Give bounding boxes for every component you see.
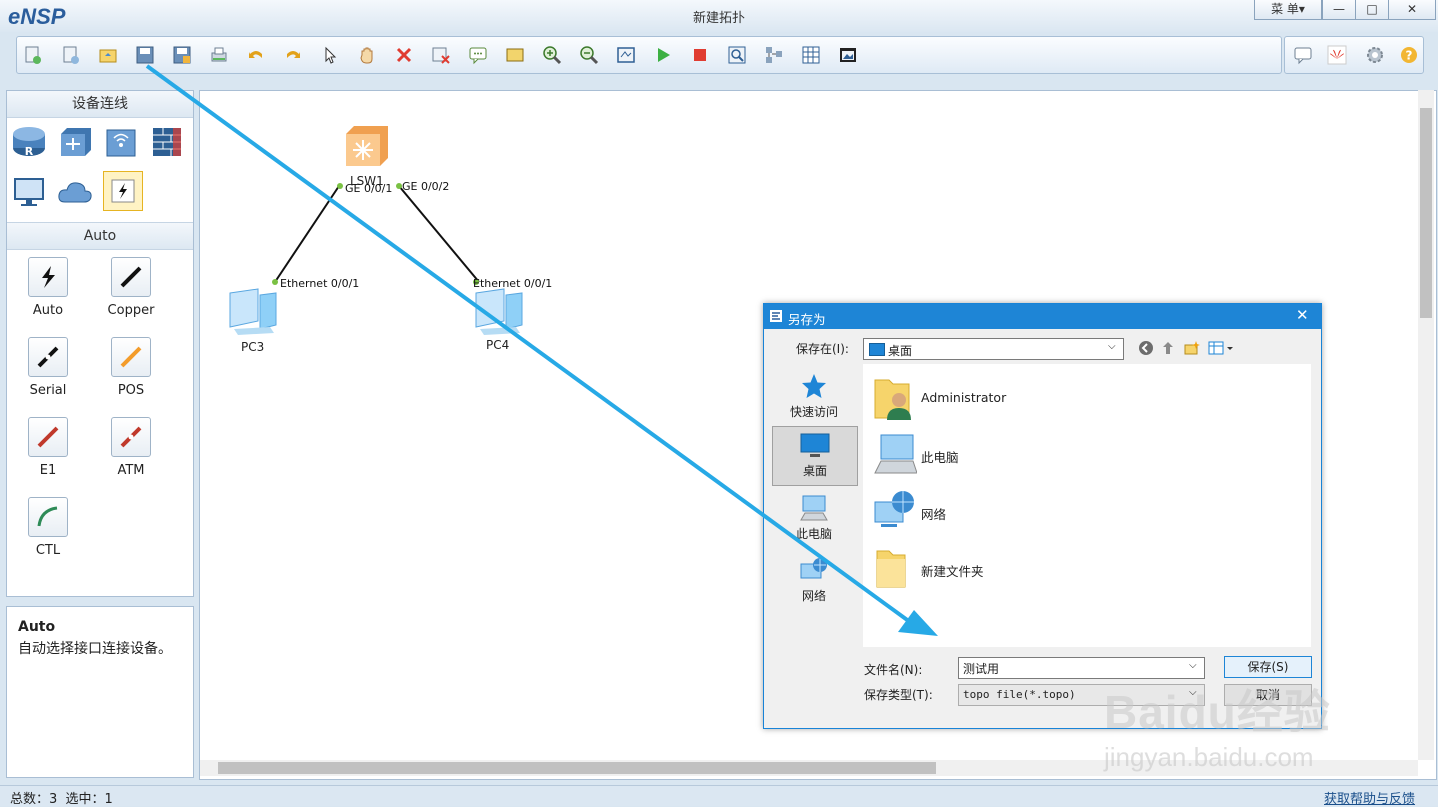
baidu-watermark: Baidu经验 [1104, 686, 1331, 738]
watermark-url: jingyan.baidu.com [1104, 742, 1314, 772]
